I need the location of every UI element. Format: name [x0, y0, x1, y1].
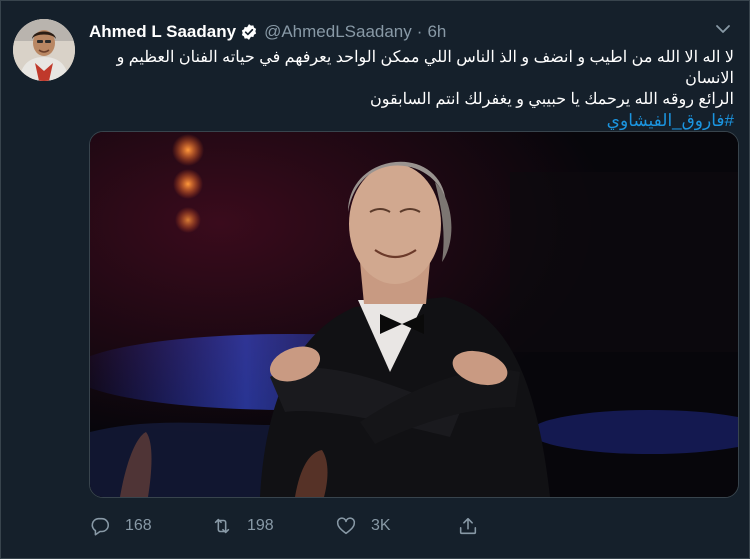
photo-man-in-tuxedo-icon [90, 132, 738, 497]
retweet-icon [214, 518, 230, 534]
tweet-text-line-1: لا اله الا الله من اطيب و انضف و الذ الن… [116, 49, 734, 87]
like-button[interactable]: 3K [335, 511, 391, 541]
reply-button[interactable]: 168 [89, 511, 152, 541]
retweet-button[interactable]: 198 [211, 511, 274, 541]
reply-count: 168 [125, 517, 152, 534]
author-handle[interactable]: @AhmedLSaadany [264, 22, 412, 42]
retweet-count: 198 [247, 517, 274, 534]
hashtag-link[interactable]: #فاروق_الفيشاوي [89, 110, 734, 131]
header-separator: · [416, 22, 423, 41]
heart-icon [336, 517, 356, 535]
reply-icon [91, 517, 110, 536]
tweet-text: لا اله الا الله من اطيب و انضف و الذ الن… [89, 47, 734, 131]
verified-badge-icon [240, 23, 258, 41]
tweet-timestamp[interactable]: 6h [427, 22, 446, 42]
share-icon [459, 517, 477, 535]
tweet-photo[interactable] [89, 131, 739, 498]
tweet-actions: 168 198 3K [89, 511, 509, 541]
share-button[interactable] [457, 511, 493, 541]
avatar-image [13, 19, 75, 81]
like-count: 3K [371, 517, 391, 534]
tweet-card[interactable]: Ahmed L Saadany @AhmedLSaadany · 6h لا ا… [0, 0, 750, 559]
tweet-header: Ahmed L Saadany @AhmedLSaadany · 6h [89, 19, 729, 45]
author-avatar[interactable] [13, 19, 75, 81]
author-display-name[interactable]: Ahmed L Saadany [89, 22, 236, 42]
tweet-text-line-2: الرائع روقه الله يرحمك يا حبيبي و يغفرلك… [370, 91, 734, 108]
more-options-chevron-down-icon[interactable] [713, 19, 733, 39]
